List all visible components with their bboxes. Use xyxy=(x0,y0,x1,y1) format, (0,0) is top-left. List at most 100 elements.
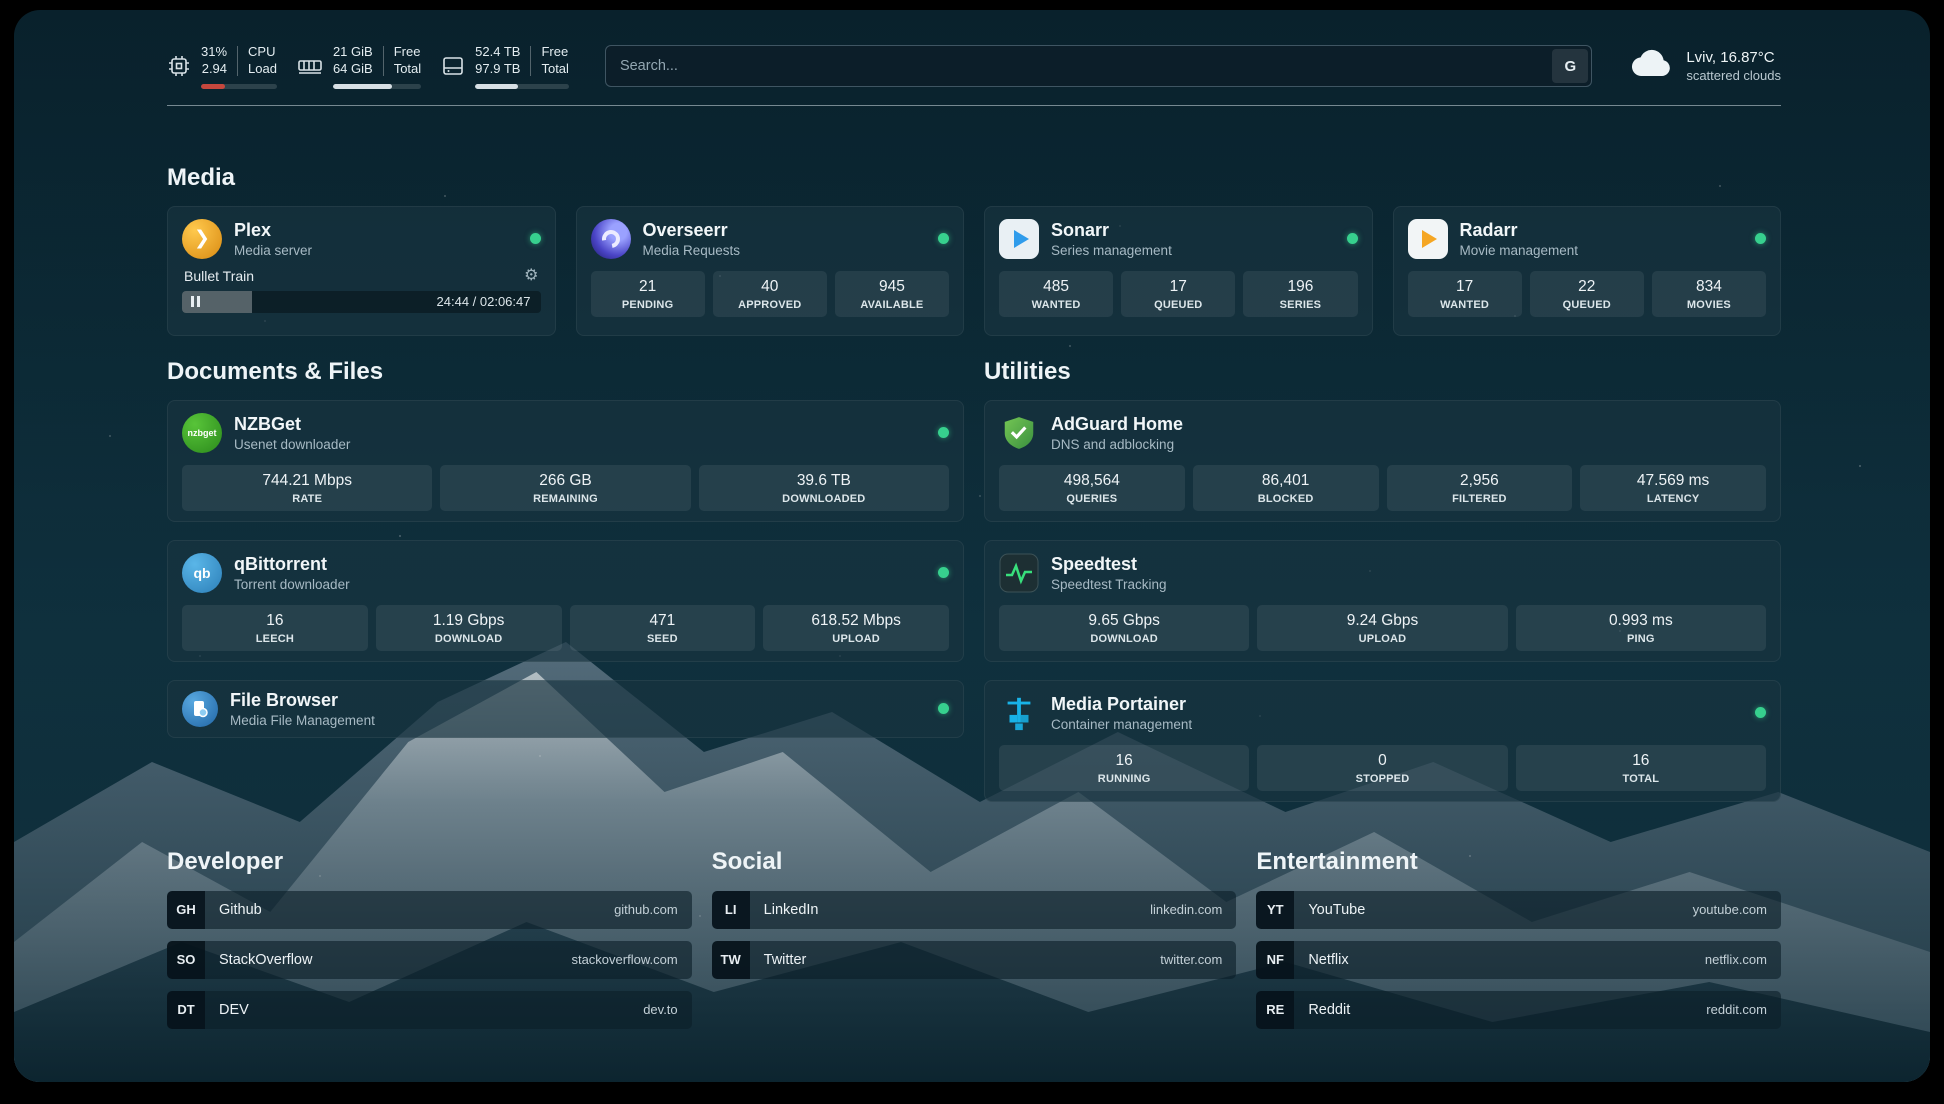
service-card-speedtest[interactable]: Speedtest Speedtest Tracking 9.65 GbpsDO… xyxy=(984,540,1781,662)
stackoverflow-icon: SO xyxy=(167,941,205,979)
stat-download: 1.19 GbpsDOWNLOAD xyxy=(376,605,562,651)
pause-icon[interactable] xyxy=(191,296,200,307)
section-media: Media ❯ Plex Media server Bullet Train ⚙ xyxy=(167,164,1781,336)
settings-gear-icon[interactable]: ⚙ xyxy=(524,268,538,284)
app-name: Plex xyxy=(234,220,312,241)
stat-total: 16TOTAL xyxy=(1516,745,1766,791)
stat-queued: 17QUEUED xyxy=(1121,271,1235,317)
service-card-nzbget[interactable]: nzbget NZBGet Usenet downloader 744.21 M… xyxy=(167,400,964,522)
nzbget-icon: nzbget xyxy=(182,413,222,453)
bookmark-name: DEV xyxy=(219,1002,249,1018)
status-online-dot xyxy=(1347,233,1358,244)
bookmark-name: YouTube xyxy=(1308,902,1365,918)
memory-free-label: Free xyxy=(394,44,421,61)
weather-location-temp: Lviv, 16.87°C xyxy=(1686,49,1781,66)
bookmark-dev[interactable]: DT DEV dev.to xyxy=(167,991,692,1029)
stat-download: 9.65 GbpsDOWNLOAD xyxy=(999,605,1249,651)
bookmark-url: dev.to xyxy=(643,1002,677,1017)
bookmark-name: Github xyxy=(219,902,262,918)
memory-widget: 21 GiB 64 GiB Free Total xyxy=(297,44,421,89)
stat-upload: 9.24 GbpsUPLOAD xyxy=(1257,605,1507,651)
section-title-entertainment: Entertainment xyxy=(1256,848,1781,876)
service-card-radarr[interactable]: Radarr Movie management 17WANTED 22QUEUE… xyxy=(1393,206,1782,336)
stat-available: 945AVAILABLE xyxy=(835,271,949,317)
memory-total-value: 64 GiB xyxy=(333,61,373,78)
stat-remaining: 266 GBREMAINING xyxy=(440,465,690,511)
app-name: NZBGet xyxy=(234,414,350,435)
status-online-dot xyxy=(1755,233,1766,244)
adguard-shield-icon xyxy=(999,413,1039,453)
bookmark-name: StackOverflow xyxy=(219,952,312,968)
service-card-portainer[interactable]: Media Portainer Container management 16R… xyxy=(984,680,1781,802)
bookmark-url: stackoverflow.com xyxy=(571,952,677,967)
speedtest-icon xyxy=(999,553,1039,593)
service-card-plex[interactable]: ❯ Plex Media server Bullet Train ⚙ xyxy=(167,206,556,336)
divider xyxy=(237,46,238,76)
bookmark-github[interactable]: GH Github github.com xyxy=(167,891,692,929)
stat-wanted: 485WANTED xyxy=(999,271,1113,317)
bookmark-twitter[interactable]: TW Twitter twitter.com xyxy=(712,941,1237,979)
overseerr-icon xyxy=(591,219,631,259)
memory-usage-bar xyxy=(333,84,421,89)
divider xyxy=(383,46,384,76)
playback-progress-bar[interactable]: 24:44 / 02:06:47 xyxy=(182,291,541,313)
status-online-dot xyxy=(530,233,541,244)
bookmark-linkedin[interactable]: LI LinkedIn linkedin.com xyxy=(712,891,1237,929)
bookmark-youtube[interactable]: YT YouTube youtube.com xyxy=(1256,891,1781,929)
disk-widget: 52.4 TB 97.9 TB Free Total xyxy=(441,44,569,89)
status-online-dot xyxy=(938,703,949,714)
section-title-media: Media xyxy=(167,164,1781,192)
bookmark-name: Reddit xyxy=(1308,1002,1350,1018)
stat-approved: 40APPROVED xyxy=(713,271,827,317)
search-engine-button[interactable]: G xyxy=(1552,49,1588,83)
service-card-adguard[interactable]: AdGuard Home DNS and adblocking 498,564Q… xyxy=(984,400,1781,522)
app-description: Torrent downloader xyxy=(234,577,350,592)
bookmark-netflix[interactable]: NF Netflix netflix.com xyxy=(1256,941,1781,979)
section-title-developer: Developer xyxy=(167,848,692,876)
service-card-qbittorrent[interactable]: qb qBittorrent Torrent downloader 16LEEC… xyxy=(167,540,964,662)
app-name: Overseerr xyxy=(643,220,741,241)
section-title-documents: Documents & Files xyxy=(167,358,964,386)
bookmark-name: Netflix xyxy=(1308,952,1348,968)
stat-series: 196SERIES xyxy=(1243,271,1357,317)
app-description: DNS and adblocking xyxy=(1051,437,1183,452)
cloud-icon xyxy=(1628,48,1674,85)
bookmark-group-social: Social LI LinkedIn linkedin.com TW Twitt… xyxy=(712,848,1237,1041)
memory-free-value: 21 GiB xyxy=(333,44,373,61)
app-name: AdGuard Home xyxy=(1051,414,1183,435)
disk-total-label: Total xyxy=(541,61,568,78)
twitter-icon: TW xyxy=(712,941,750,979)
bookmark-url: reddit.com xyxy=(1706,1002,1767,1017)
service-card-sonarr[interactable]: Sonarr Series management 485WANTED 17QUE… xyxy=(984,206,1373,336)
sonarr-icon xyxy=(999,219,1039,259)
disk-free-label: Free xyxy=(541,44,568,61)
bookmark-name: LinkedIn xyxy=(764,902,819,918)
service-card-filebrowser[interactable]: File Browser Media File Management xyxy=(167,680,964,738)
app-name: Radarr xyxy=(1460,220,1579,241)
weather-widget: Lviv, 16.87°C scattered clouds xyxy=(1628,48,1781,85)
disk-free-value: 52.4 TB xyxy=(475,44,520,61)
stat-downloaded: 39.6 TBDOWNLOADED xyxy=(699,465,949,511)
cpu-widget: 31% 2.94 CPU Load xyxy=(167,44,277,89)
bookmark-reddit[interactable]: RE Reddit reddit.com xyxy=(1256,991,1781,1029)
app-description: Usenet downloader xyxy=(234,437,350,452)
disk-icon xyxy=(441,54,465,78)
stat-movies: 834MOVIES xyxy=(1652,271,1766,317)
cpu-load-label: Load xyxy=(248,61,277,78)
filebrowser-icon xyxy=(182,691,218,727)
search-input[interactable] xyxy=(605,45,1592,87)
stat-pending: 21PENDING xyxy=(591,271,705,317)
qbittorrent-icon: qb xyxy=(182,553,222,593)
bookmark-url: github.com xyxy=(614,902,678,917)
search: G xyxy=(605,45,1592,87)
top-bar: 31% 2.94 CPU Load xyxy=(167,10,1781,89)
stat-running: 16RUNNING xyxy=(999,745,1249,791)
service-card-overseerr[interactable]: Overseerr Media Requests 21PENDING 40APP… xyxy=(576,206,965,336)
cpu-usage-percent: 31% xyxy=(201,44,227,61)
cpu-load-value: 2.94 xyxy=(202,61,227,78)
stat-blocked: 86,401BLOCKED xyxy=(1193,465,1379,511)
bookmark-stackoverflow[interactable]: SO StackOverflow stackoverflow.com xyxy=(167,941,692,979)
stat-filtered: 2,956FILTERED xyxy=(1387,465,1573,511)
status-online-dot xyxy=(1755,707,1766,718)
section-utilities: Utilities AdGua xyxy=(984,358,1781,802)
